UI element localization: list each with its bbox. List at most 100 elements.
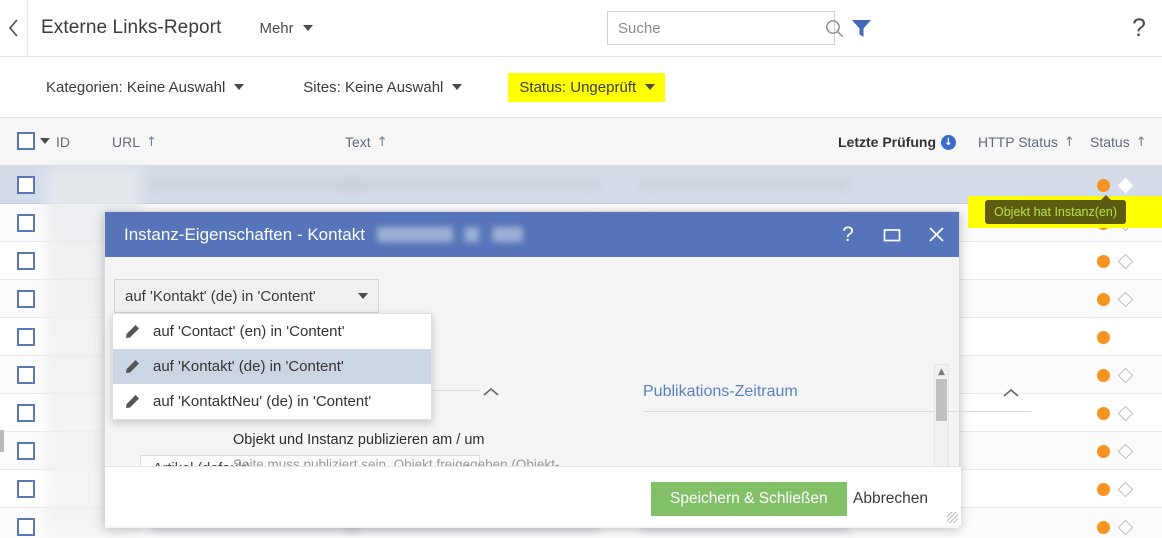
vertical-scroll-indicator[interactable]	[0, 430, 4, 452]
dialog-maximize-button[interactable]	[881, 223, 903, 247]
chevron-down-icon	[645, 84, 655, 90]
row-checkbox[interactable]	[17, 404, 35, 422]
pencil-icon	[125, 359, 147, 374]
column-header-http-status-label: HTTP Status	[978, 134, 1058, 150]
row-checkbox[interactable]	[17, 252, 35, 270]
status-dot-icon[interactable]	[1097, 369, 1110, 382]
dialog-footer: Speichern & Schließen Abbrechen	[105, 466, 961, 526]
back-button[interactable]	[0, 0, 28, 57]
left-section-collapse-chevron-up-icon[interactable]	[483, 383, 499, 401]
search-icon[interactable]	[825, 19, 844, 38]
instance-diamond-icon[interactable]	[1118, 406, 1134, 422]
status-tooltip: Objekt hat Instanz(en)	[985, 200, 1126, 224]
chevron-down-icon	[358, 293, 368, 299]
filter-sites[interactable]: Sites: Keine Auswahl	[297, 75, 468, 100]
row-checkbox[interactable]	[17, 518, 35, 536]
column-header-letzte-pruefung[interactable]: Letzte Prüfung ↓	[838, 118, 956, 166]
right-section-collapse-chevron-up-icon[interactable]	[1003, 384, 1019, 402]
status-dot-icon[interactable]	[1097, 521, 1110, 534]
status-dot-icon[interactable]	[1097, 407, 1110, 420]
instance-properties-dialog: Instanz-Eigenschaften - Kontakt ?	[104, 211, 960, 527]
language-option[interactable]: auf 'Contact' (en) in 'Content'	[113, 314, 431, 349]
instance-language-dropdown-menu: auf 'Contact' (en) in 'Content' auf 'Kont…	[112, 313, 432, 420]
column-header-letzte-pruefung-label: Letzte Prüfung	[838, 134, 936, 150]
filter-categories-label: Kategorien: Keine Auswahl	[46, 79, 225, 96]
status-dot-icon[interactable]	[1097, 483, 1110, 496]
scrollbar-thumb[interactable]	[936, 379, 947, 421]
status-dot-icon[interactable]	[1097, 331, 1110, 344]
cancel-button[interactable]: Abbrechen	[847, 482, 934, 516]
table-header: ID URL ↑ Text ↑ Letzte Prüfung ↓ HTTP St…	[0, 118, 1162, 166]
search-box[interactable]	[607, 11, 835, 45]
row-checkbox[interactable]	[17, 366, 35, 384]
right-section-divider	[643, 411, 1031, 412]
dialog-title: Instanz-Eigenschaften - Kontakt	[124, 225, 365, 245]
column-header-text-label: Text	[345, 134, 371, 150]
pencil-icon	[125, 324, 147, 339]
filter-status[interactable]: Status: Ungeprüft	[508, 73, 665, 102]
chevron-left-icon	[8, 19, 19, 37]
column-header-status-label: Status	[1090, 134, 1130, 150]
dialog-window-buttons: ?	[837, 212, 947, 257]
instance-diamond-icon[interactable]	[1118, 520, 1134, 536]
redacted-cell	[640, 178, 850, 191]
more-menu-button[interactable]: Mehr	[259, 20, 312, 37]
language-option[interactable]: auf 'KontaktNeu' (de) in 'Content'	[113, 384, 431, 419]
column-header-url[interactable]: URL ↑	[112, 118, 157, 166]
row-checkbox[interactable]	[17, 442, 35, 460]
publication-period-heading: Publikations-Zeitraum	[643, 383, 798, 401]
page-title: Externe Links-Report	[41, 17, 221, 39]
app-root: Externe Links-Report Mehr ? Kategorien: …	[0, 0, 1162, 538]
row-checkbox[interactable]	[17, 214, 35, 232]
column-header-id[interactable]: ID	[56, 118, 70, 166]
sort-arrow-icon: ↑	[1136, 135, 1147, 150]
redacted-cell	[345, 178, 600, 191]
instance-diamond-icon[interactable]	[1118, 254, 1134, 270]
maximize-icon	[883, 228, 901, 242]
sort-desc-badge-icon: ↓	[941, 135, 956, 150]
column-header-http-status[interactable]: HTTP Status ↑	[978, 118, 1075, 166]
publication-field-label: Objekt und Instanz publizieren am / um	[233, 432, 484, 448]
row-checkbox[interactable]	[17, 176, 35, 194]
help-button[interactable]: ?	[1126, 13, 1152, 43]
sort-arrow-icon: ↑	[377, 135, 388, 150]
dialog-title-bar[interactable]: Instanz-Eigenschaften - Kontakt ?	[105, 212, 959, 257]
filter-bar: Kategorien: Keine Auswahl Sites: Keine A…	[0, 57, 1162, 118]
status-dot-icon[interactable]	[1097, 293, 1110, 306]
save-and-close-button[interactable]: Speichern & Schließen	[651, 482, 847, 516]
chevron-down-icon	[303, 25, 313, 31]
sort-arrow-icon: ↑	[1064, 135, 1075, 150]
dialog-help-button[interactable]: ?	[837, 223, 859, 247]
column-header-status[interactable]: Status ↑	[1090, 118, 1147, 166]
instance-diamond-icon[interactable]	[1118, 482, 1134, 498]
resize-grip-icon[interactable]	[947, 512, 958, 523]
instance-diamond-icon[interactable]	[1118, 178, 1134, 194]
language-option[interactable]: auf 'Kontakt' (de) in 'Content'	[113, 349, 431, 384]
filter-funnel-button[interactable]	[851, 18, 872, 43]
row-checkbox[interactable]	[17, 290, 35, 308]
column-header-text[interactable]: Text ↑	[345, 118, 388, 166]
filter-status-label: Status: Ungeprüft	[519, 79, 636, 96]
instance-diamond-icon[interactable]	[1118, 368, 1134, 384]
scrollbar-up-arrow-icon[interactable]: ▲	[936, 366, 947, 378]
language-option-label: auf 'Kontakt' (de) in 'Content'	[153, 358, 344, 375]
select-all-checkbox[interactable]	[17, 132, 35, 150]
instance-diamond-icon[interactable]	[1118, 292, 1134, 308]
language-option-label: auf 'KontaktNeu' (de) in 'Content'	[153, 393, 371, 410]
status-dot-icon[interactable]	[1097, 179, 1110, 192]
status-dot-icon[interactable]	[1097, 255, 1110, 268]
language-option-label: auf 'Contact' (en) in 'Content'	[153, 323, 345, 340]
instance-language-select[interactable]: auf 'Kontakt' (de) in 'Content'	[114, 279, 379, 313]
search-input[interactable]	[608, 12, 825, 44]
filter-categories[interactable]: Kategorien: Keine Auswahl	[40, 75, 250, 100]
row-checkbox[interactable]	[17, 480, 35, 498]
chevron-down-icon	[234, 84, 244, 90]
column-header-url-label: URL	[112, 134, 140, 150]
filter-sites-label: Sites: Keine Auswahl	[303, 79, 443, 96]
dialog-close-button[interactable]	[925, 223, 947, 247]
status-dot-icon[interactable]	[1097, 445, 1110, 458]
select-all-chevron-down-icon[interactable]	[40, 138, 50, 144]
top-bar: Externe Links-Report Mehr	[0, 0, 1162, 57]
instance-diamond-icon[interactable]	[1118, 444, 1134, 460]
row-checkbox[interactable]	[17, 328, 35, 346]
